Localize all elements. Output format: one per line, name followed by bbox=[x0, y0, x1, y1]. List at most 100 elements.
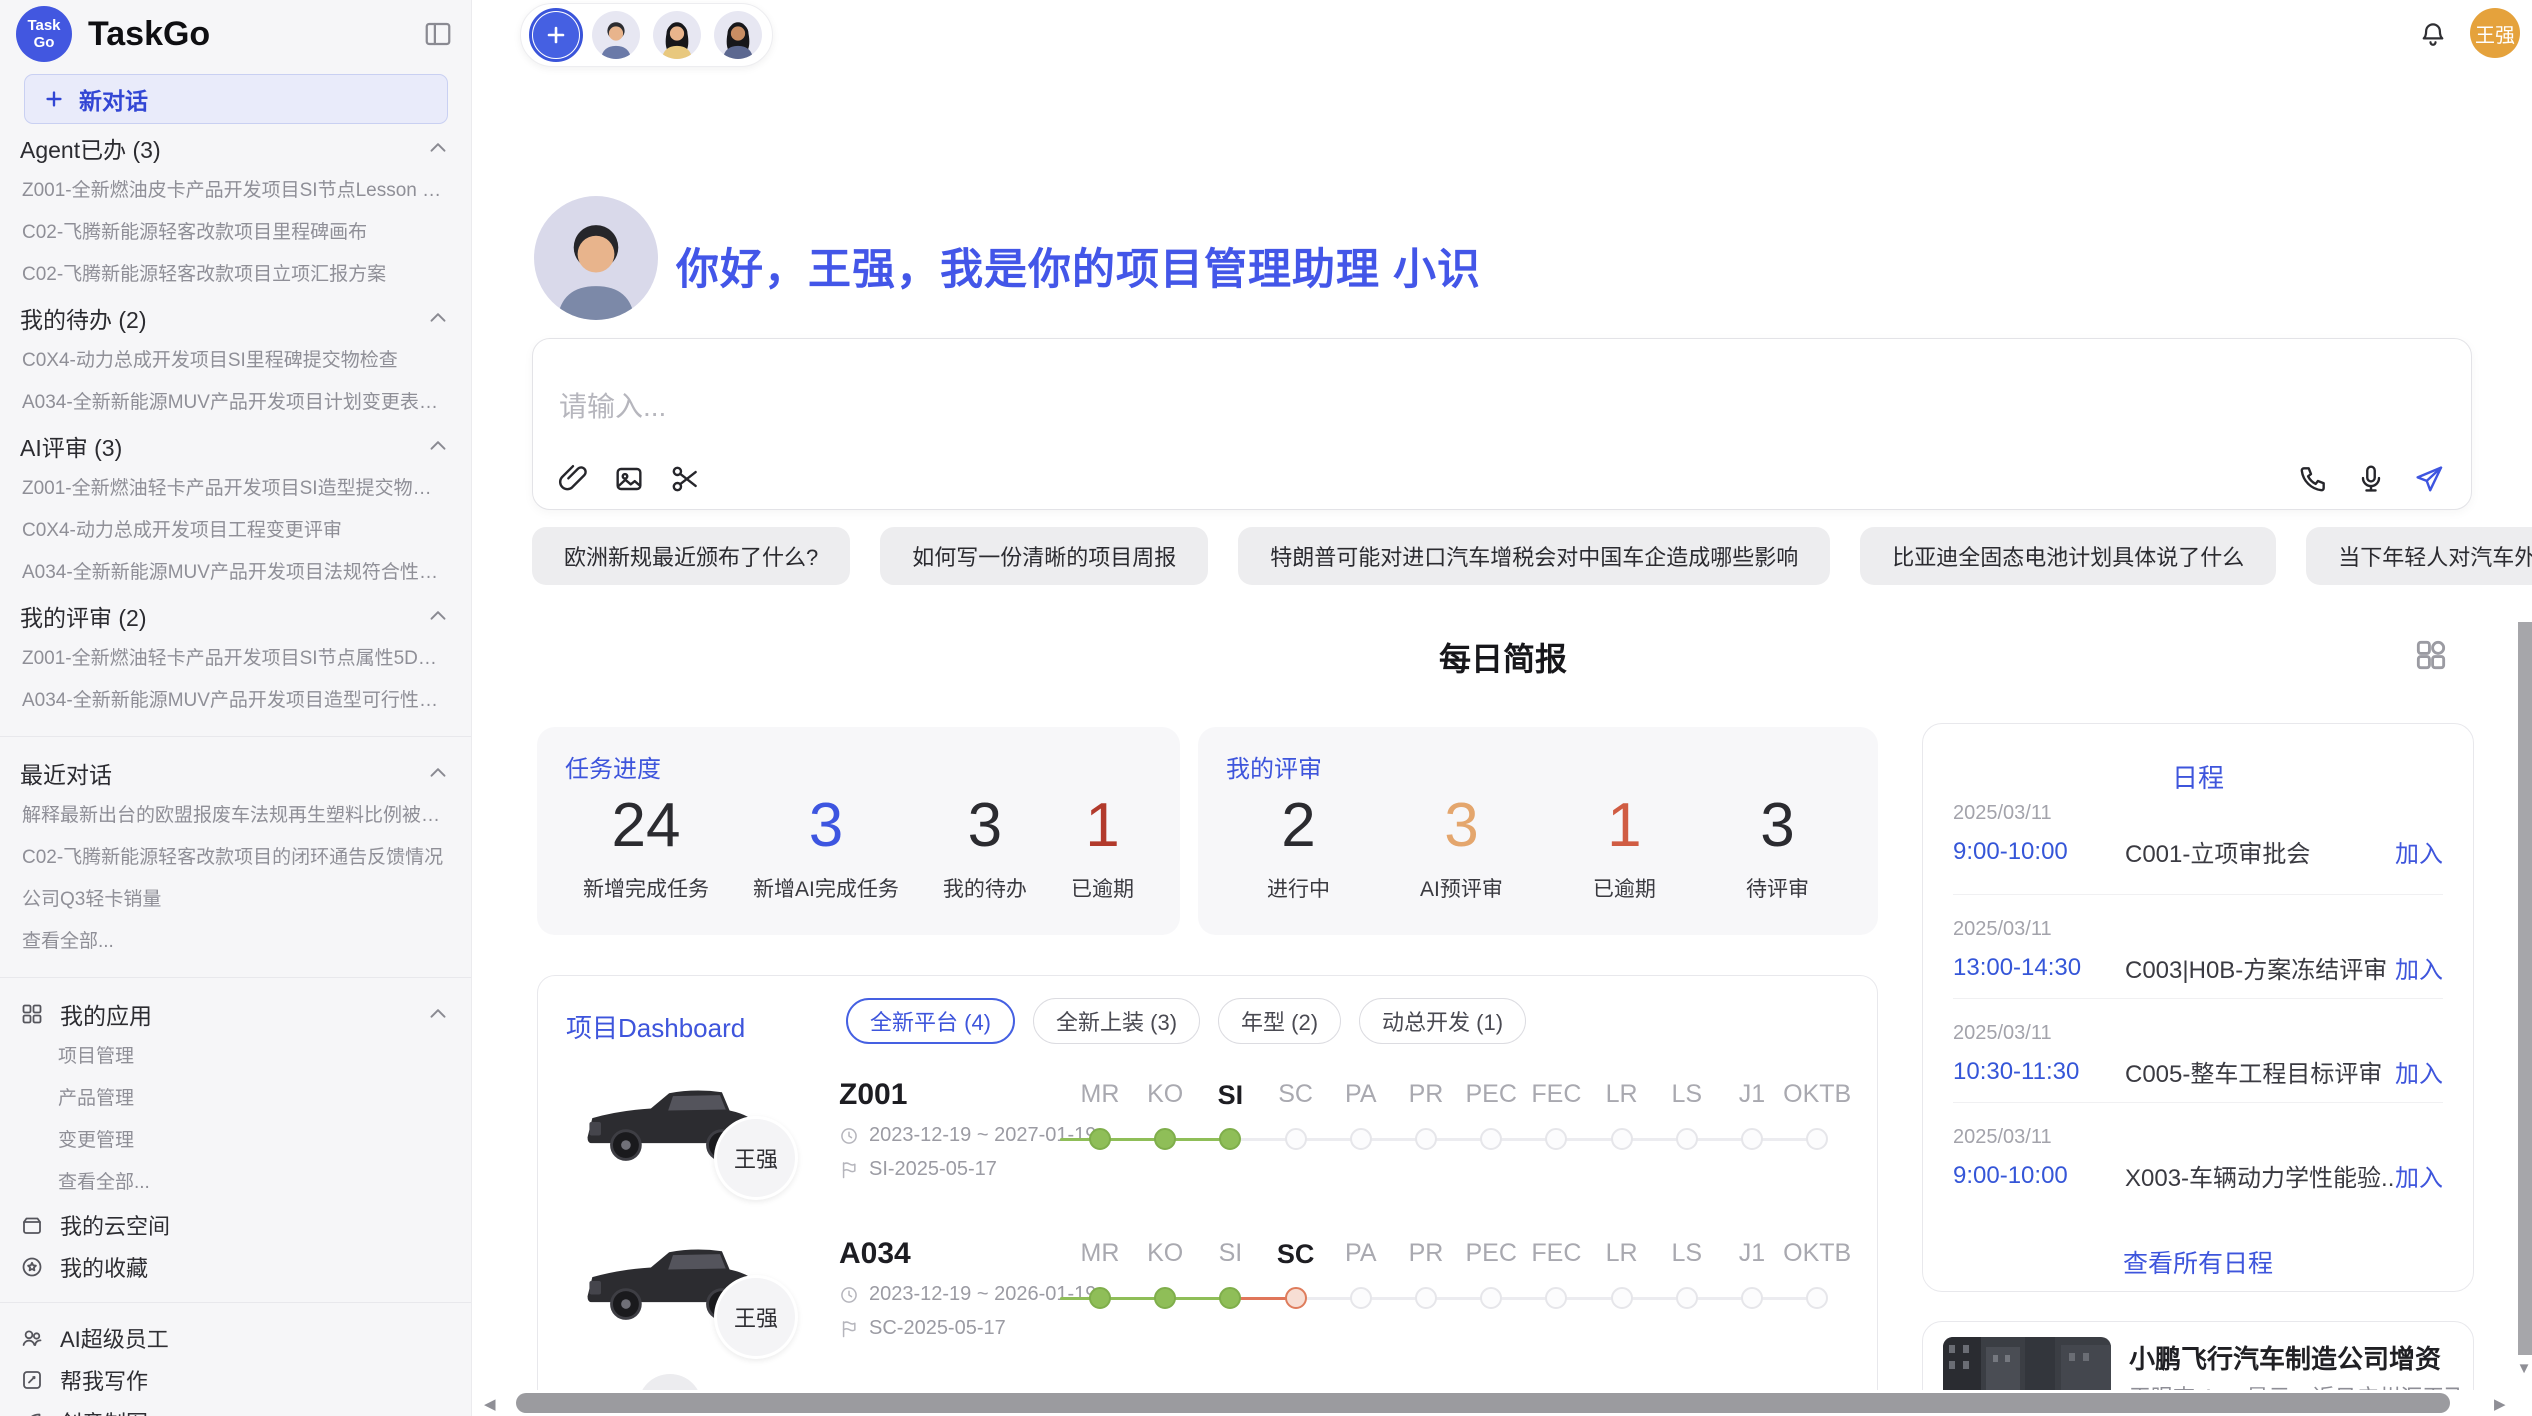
people-icon bbox=[20, 1326, 44, 1350]
send-icon[interactable] bbox=[2413, 463, 2445, 495]
sidebar-item[interactable]: C0X4-动力总成开发项目SI里程碑提交物检查 bbox=[0, 340, 471, 382]
sidebar-item-我的云空间[interactable]: 我的云空间 bbox=[0, 1204, 471, 1246]
join-link[interactable]: 加入 bbox=[2395, 1054, 2443, 1089]
flag-text: SI-2025-05-17 bbox=[869, 1158, 997, 1181]
stat-value: 3 bbox=[943, 791, 1027, 861]
sidebar-item[interactable]: C02-飞腾新能源轻客改款项目立项汇报方案 bbox=[0, 254, 471, 296]
dashboard-tab[interactable]: 年型 (2) bbox=[1218, 998, 1341, 1044]
dashboard-tabs: 全新平台 (4) 全新上装 (3) 年型 (2) 动总开发 (1) bbox=[846, 998, 1526, 1044]
schedule-item: 2025/03/1113:00-14:30C003|H0B-方案冻结评审加入 bbox=[1953, 918, 2443, 1008]
agent-avatar-3[interactable] bbox=[714, 11, 762, 59]
sidebar-app-item[interactable]: 变更管理 bbox=[0, 1120, 471, 1162]
scroll-down-arrow-icon[interactable]: ▼ bbox=[2514, 1360, 2532, 1377]
chat-input[interactable] bbox=[559, 391, 1959, 423]
dashboard-tab[interactable]: 全新平台 (4) bbox=[846, 998, 1015, 1044]
scroll-left-arrow-icon[interactable]: ◀ bbox=[484, 1395, 496, 1413]
sidebar-section-header[interactable]: Agent已办 (3) bbox=[0, 126, 471, 170]
sidebar-item[interactable]: C0X4-动力总成开发项目工程变更评审 bbox=[0, 510, 471, 552]
sidebar-collapse-icon[interactable] bbox=[423, 19, 453, 49]
notification-bell-icon[interactable] bbox=[2418, 20, 2448, 50]
sidebar-row-label: 我的收藏 bbox=[60, 1251, 148, 1283]
schedule-item: 2025/03/119:00-10:00C001-立项审批会加入 bbox=[1953, 802, 2443, 892]
agent-avatar-1[interactable] bbox=[592, 11, 640, 59]
sidebar-item[interactable]: Z001-全新燃油轻卡产品开发项目SI造型提交物评审 bbox=[0, 468, 471, 510]
milestone-dot bbox=[1415, 1287, 1437, 1309]
chevron-up-icon[interactable] bbox=[425, 1001, 451, 1027]
sidebar-item[interactable]: 公司Q3轻卡销量 bbox=[0, 879, 471, 921]
stat: 2进行中 bbox=[1267, 791, 1330, 903]
sidebar-item-AI超级员工[interactable]: AI超级员工 bbox=[0, 1317, 471, 1359]
suggestion-chip[interactable]: 如何写一份清晰的项目周报 bbox=[880, 527, 1208, 585]
sidebar-item[interactable]: 解释最新出台的欧盟报废车法规再生塑料比例被调至15%... bbox=[0, 795, 471, 837]
sidebar-item[interactable]: A034-全新新能源MUV产品开发项目计划变更表编写 bbox=[0, 382, 471, 424]
user-avatar[interactable]: 王强 bbox=[2470, 8, 2520, 58]
join-link[interactable]: 加入 bbox=[2395, 834, 2443, 869]
sidebar-app-item[interactable]: 项目管理 bbox=[0, 1036, 471, 1078]
chevron-up-icon[interactable] bbox=[425, 760, 451, 786]
microphone-icon[interactable] bbox=[2355, 463, 2387, 495]
add-agent-button[interactable] bbox=[533, 12, 579, 58]
attachment-icon[interactable] bbox=[557, 463, 589, 495]
project-code: A034 bbox=[839, 1237, 911, 1271]
sidebar-section-header[interactable]: AI评审 (3) bbox=[0, 424, 471, 468]
scroll-right-arrow-icon[interactable]: ▶ bbox=[2494, 1395, 2506, 1413]
milestone-dot bbox=[1350, 1287, 1372, 1309]
milestone-dot bbox=[1741, 1128, 1763, 1150]
sidebar-item[interactable]: Z001-全新燃油皮卡产品开发项目SI节点Lesson Learn报告 bbox=[0, 170, 471, 212]
sidebar-section-header[interactable]: 我的应用 bbox=[0, 992, 471, 1036]
sidebar-app-item[interactable]: 产品管理 bbox=[0, 1078, 471, 1120]
milestone-label: SI bbox=[1219, 1239, 1243, 1268]
agent-avatar-2[interactable] bbox=[653, 11, 701, 59]
vertical-scrollbar-thumb[interactable] bbox=[2518, 622, 2532, 1355]
stat: 3待评审 bbox=[1746, 791, 1809, 903]
milestone-label: SC bbox=[1278, 1080, 1313, 1109]
sidebar-section-header[interactable]: 最近对话 bbox=[0, 751, 471, 795]
write-icon bbox=[20, 1368, 44, 1392]
section-label: 我的待办 (2) bbox=[20, 301, 147, 335]
sidebar-item[interactable]: 查看全部... bbox=[0, 921, 471, 963]
grid-icon bbox=[20, 1002, 44, 1026]
suggestion-chip[interactable]: 特朗普可能对进口汽车增税会对中国车企造成哪些影响 bbox=[1238, 527, 1830, 585]
flag-icon bbox=[839, 1319, 859, 1339]
my-review-stats: 2进行中3AI预评审1已逾期3待评审 bbox=[1198, 791, 1878, 903]
sidebar-item[interactable]: C02-飞腾新能源轻客改款项目的闭环通告反馈情况 bbox=[0, 837, 471, 879]
app-logo: Task Go bbox=[16, 6, 72, 62]
milestone-label: PA bbox=[1345, 1080, 1377, 1109]
project-date-range: 2023-12-19 ~ 2026-01-19 bbox=[839, 1283, 1096, 1306]
new-chat-button[interactable]: 新对话 bbox=[24, 74, 448, 124]
plus-icon bbox=[544, 23, 568, 47]
horizontal-scrollbar: ◀ ▶ bbox=[472, 1390, 2532, 1416]
divider bbox=[1953, 894, 2443, 895]
scissors-icon[interactable] bbox=[669, 463, 701, 495]
suggestion-chip[interactable]: 欧洲新规最近颁布了什么? bbox=[532, 527, 850, 585]
sidebar-section-header[interactable]: 我的评审 (2) bbox=[0, 594, 471, 638]
sidebar-item-帮我写作[interactable]: 帮我写作 bbox=[0, 1359, 471, 1401]
sidebar-item[interactable]: Z001-全新燃油轻卡产品开发项目SI节点属性5D文件评审 bbox=[0, 638, 471, 680]
sidebar-item[interactable]: A034-全新新能源MUV产品开发项目法规符合性评审 bbox=[0, 552, 471, 594]
horizontal-scrollbar-thumb[interactable] bbox=[516, 1393, 2450, 1413]
daily-brief-title: 每日简报 bbox=[532, 634, 2474, 680]
sidebar-item-创意制图[interactable]: 创意制图 bbox=[0, 1401, 471, 1416]
dashboard-tab[interactable]: 全新上装 (3) bbox=[1033, 998, 1200, 1044]
sidebar-item[interactable]: A034-全新新能源MUV产品开发项目造型可行性评审 bbox=[0, 680, 471, 722]
join-link[interactable]: 加入 bbox=[2395, 1158, 2443, 1193]
phone-icon[interactable] bbox=[2297, 463, 2329, 495]
view-all-schedule-link[interactable]: 查看所有日程 bbox=[1923, 1244, 2473, 1280]
chevron-up-icon[interactable] bbox=[425, 305, 451, 331]
chevron-up-icon[interactable] bbox=[425, 135, 451, 161]
image-icon[interactable] bbox=[613, 463, 645, 495]
schedule-time: 10:30-11:30 bbox=[1953, 1058, 2125, 1086]
chevron-up-icon[interactable] bbox=[425, 603, 451, 629]
dashboard-tab[interactable]: 动总开发 (1) bbox=[1359, 998, 1526, 1044]
sidebar-item[interactable]: C02-飞腾新能源轻客改款项目里程碑画布 bbox=[0, 212, 471, 254]
suggestion-chip[interactable]: 比亚迪全固态电池计划具体说了什么 bbox=[1860, 527, 2276, 585]
sidebar-app-item[interactable]: 查看全部... bbox=[0, 1162, 471, 1204]
schedule-event-title: C005-整车工程目标评审 bbox=[2125, 1054, 2395, 1089]
chevron-up-icon[interactable] bbox=[425, 433, 451, 459]
layout-grid-icon[interactable] bbox=[2412, 636, 2450, 674]
join-link[interactable]: 加入 bbox=[2395, 950, 2443, 985]
stat: 1已逾期 bbox=[1593, 791, 1656, 903]
sidebar-section-header[interactable]: 我的待办 (2) bbox=[0, 296, 471, 340]
suggestion-chip[interactable]: 当下年轻人对汽车外观有怎样的喜好趋势 bbox=[2306, 527, 2532, 585]
sidebar-item-我的收藏[interactable]: 我的收藏 bbox=[0, 1246, 471, 1288]
